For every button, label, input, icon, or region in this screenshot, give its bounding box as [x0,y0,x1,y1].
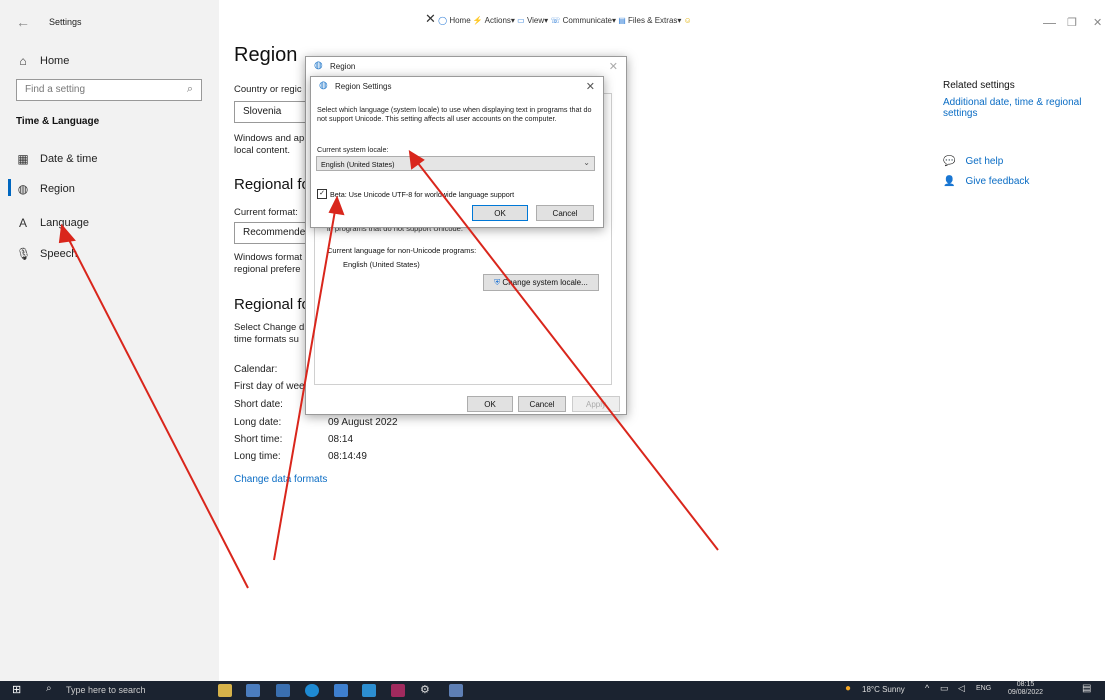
arrow-to-locale [413,157,719,551]
arrow-to-checkbox [273,204,337,561]
taskbar-search-icon[interactable]: ⌕ [46,683,52,694]
taskbar-app-2-icon[interactable] [246,684,260,697]
taskbar-app-6-icon[interactable] [362,684,376,697]
arrow-head-language [58,223,76,244]
tray-volume-icon[interactable]: ◁ [958,683,965,694]
input-language[interactable]: ENG [976,685,991,692]
taskbar: ⊞ ⌕ Type here to search ⚙ ● 18°C Sunny ^… [0,681,1105,700]
arrow-head-checkbox [328,195,345,216]
taskbar-explorer-icon[interactable] [276,684,290,697]
start-windows-icon[interactable]: ⊞ [12,683,21,696]
tray-network-icon[interactable]: ▭ [940,683,949,694]
taskbar-app-5-icon[interactable] [334,684,348,697]
taskbar-time: 08:15 [1016,681,1035,688]
taskbar-edge-icon[interactable] [305,684,319,697]
notifications-icon[interactable]: ▤ [1082,683,1091,694]
taskbar-search-placeholder[interactable]: Type here to search [66,685,146,695]
annotation-arrows [58,150,719,589]
taskbar-region-icon[interactable] [449,684,463,697]
taskbar-clock[interactable]: 08:15 09/08/2022 [1008,681,1043,697]
tray-chevron-icon[interactable]: ^ [925,683,929,693]
weather-text[interactable]: 18°C Sunny [862,685,905,694]
weather-sun-icon: ● [845,683,852,694]
arrow-to-language [64,231,249,589]
taskbar-app-1-icon[interactable] [218,684,232,697]
taskbar-date: 09/08/2022 [1008,689,1044,696]
taskbar-pdm-icon[interactable] [391,684,405,697]
taskbar-settings-gear-icon[interactable]: ⚙ [420,683,430,696]
